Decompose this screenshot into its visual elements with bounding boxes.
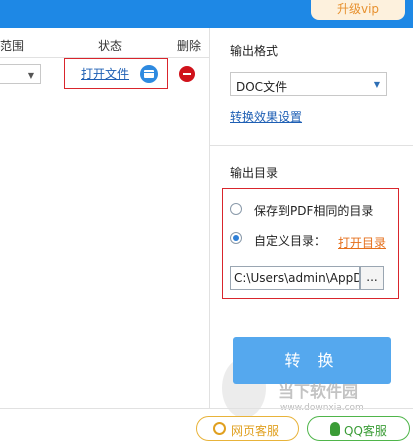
web-service-label: 网页客服 bbox=[231, 424, 280, 438]
file-table-header: 范围 状态 删除 bbox=[0, 28, 209, 58]
open-directory-link[interactable]: 打开目录 bbox=[338, 234, 386, 251]
folder-open-icon[interactable] bbox=[140, 65, 158, 83]
section-divider bbox=[210, 145, 413, 146]
chevron-down-icon: ▼ bbox=[27, 71, 34, 80]
output-format-value: DOC文件 bbox=[236, 80, 288, 94]
app-window: 升级vip 范围 状态 删除 ▼ 打开文件 输出格式 DOC文件 ▼ 转换效果设… bbox=[0, 0, 413, 446]
radio-same-dir-label: 保存到PDF相同的目录 bbox=[254, 204, 374, 218]
radio-custom-dir[interactable] bbox=[230, 232, 242, 244]
radio-same-dir[interactable] bbox=[230, 203, 242, 215]
panel-divider bbox=[209, 28, 210, 408]
column-header-delete: 删除 bbox=[177, 39, 202, 53]
upgrade-vip-button[interactable]: 升级vip bbox=[311, 0, 405, 20]
web-service-button[interactable]: 网页客服 bbox=[196, 416, 299, 441]
output-format-title: 输出格式 bbox=[230, 44, 279, 58]
radio-custom-dir-label: 自定义目录： bbox=[254, 234, 327, 248]
output-path-input[interactable]: C:\Users\admin\AppD bbox=[230, 266, 360, 290]
footer-divider bbox=[0, 408, 413, 409]
convert-button[interactable]: 转 换 bbox=[233, 337, 391, 384]
qq-penguin-icon bbox=[330, 422, 340, 436]
page-range-select[interactable]: ▼ bbox=[0, 64, 41, 84]
output-format-select[interactable]: DOC文件 ▼ bbox=[230, 72, 387, 96]
conversion-settings-link[interactable]: 转换效果设置 bbox=[230, 108, 302, 125]
title-bar: 升级vip bbox=[0, 0, 413, 28]
column-header-range: 范围 bbox=[0, 39, 25, 53]
smile-icon bbox=[213, 422, 226, 435]
browse-button[interactable]: ... bbox=[360, 266, 384, 290]
watermark-text: 当下软件园 bbox=[278, 382, 359, 401]
qq-service-label: QQ客服 bbox=[344, 424, 387, 438]
qq-service-button[interactable]: QQ客服 bbox=[307, 416, 410, 441]
open-file-link[interactable]: 打开文件 bbox=[81, 65, 129, 82]
output-dir-title: 输出目录 bbox=[230, 166, 279, 180]
delete-icon[interactable] bbox=[179, 66, 195, 82]
column-header-status: 状态 bbox=[98, 39, 123, 53]
chevron-down-icon: ▼ bbox=[373, 80, 380, 89]
